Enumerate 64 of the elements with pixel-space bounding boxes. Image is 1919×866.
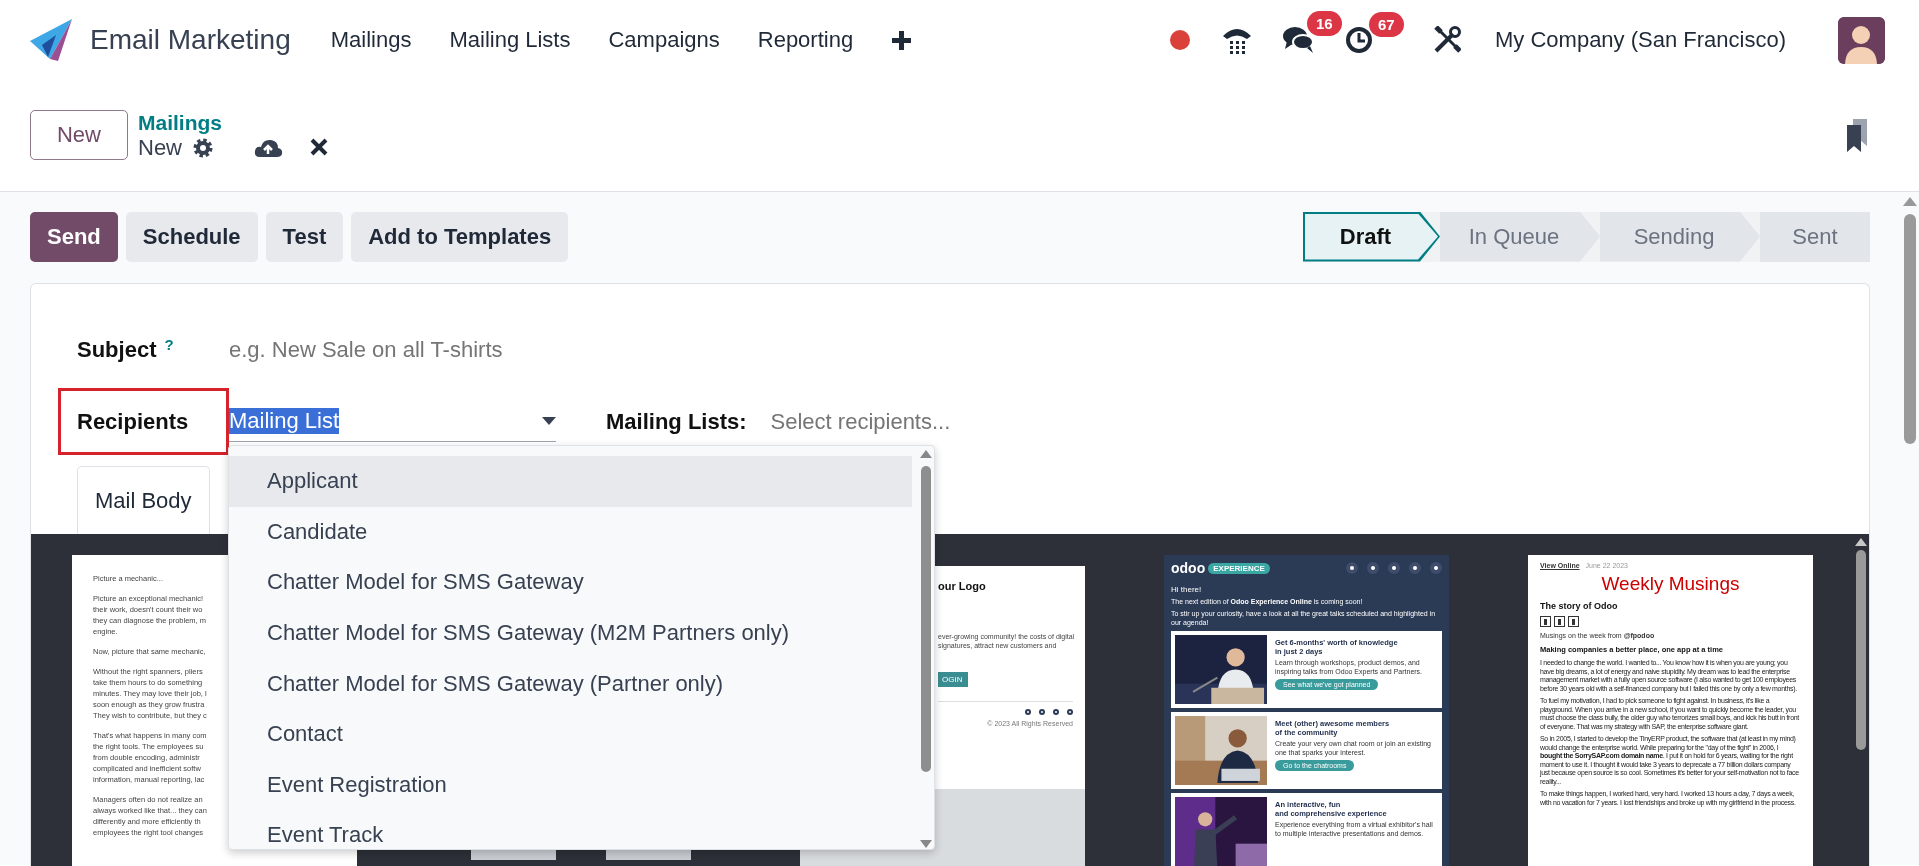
app-name: Email Marketing <box>90 24 291 56</box>
close-icon[interactable] <box>309 136 329 157</box>
action-button[interactable]: Send <box>30 211 118 262</box>
preview-button: OGIN <box>938 672 969 687</box>
mailing-lists-input[interactable]: Select recipients... <box>770 408 1071 435</box>
clock-icon[interactable] <box>1345 26 1373 54</box>
subject-input[interactable]: e.g. New Sale on all T-shirts <box>229 337 729 363</box>
action-button[interactable]: Add to Templates <box>351 211 569 262</box>
preview-subtitle: The story of Odoo <box>1540 601 1619 611</box>
stage-step[interactable]: In Queue <box>1440 211 1600 262</box>
social-icon[interactable] <box>1053 709 1059 715</box>
bookmark-icon[interactable] <box>1845 117 1869 154</box>
menu-item[interactable]: Reporting <box>757 27 854 53</box>
count-badge: 16 <box>1307 11 1342 36</box>
field-label: Recipients <box>77 408 189 435</box>
dropdown-caret-icon[interactable] <box>542 417 556 425</box>
social-icon[interactable] <box>1409 562 1421 574</box>
tools-icon[interactable] <box>1433 26 1461 54</box>
scrollbar[interactable] <box>1855 538 1867 750</box>
stage-step[interactable]: Draft <box>1303 211 1440 262</box>
preview-badge: EXPERIENCE <box>1208 562 1270 574</box>
action-button[interactable]: Test <box>265 211 344 262</box>
social-icon[interactable] <box>1554 616 1565 627</box>
preview-title: Weekly Musings <box>1600 573 1741 595</box>
preview-logo: odoo <box>1171 560 1206 576</box>
menu-item[interactable]: Mailing Lists <box>449 27 571 53</box>
social-icon[interactable] <box>1025 709 1031 715</box>
count-badge: 67 <box>1369 12 1404 37</box>
social-icon[interactable] <box>1367 562 1379 574</box>
menu-item[interactable]: Mailings <box>330 27 412 53</box>
breadcrumb-link[interactable]: Mailings <box>138 110 329 135</box>
user-avatar[interactable] <box>1838 16 1885 64</box>
status-dot-icon[interactable] <box>1169 29 1191 51</box>
stage-step[interactable]: Sending <box>1600 211 1760 262</box>
template-preview[interactable] <box>1164 555 1449 866</box>
new-button[interactable]: New <box>30 109 128 160</box>
dropdown-option[interactable]: Event Track <box>229 810 912 849</box>
action-button[interactable]: Schedule <box>125 211 258 262</box>
help-tooltip[interactable]: ? <box>164 335 174 353</box>
social-icon[interactable] <box>1388 562 1400 574</box>
settings-icon[interactable] <box>192 136 214 159</box>
dropdown-option[interactable]: Applicant <box>229 456 912 507</box>
social-icon[interactable] <box>1430 562 1442 574</box>
stage-step[interactable]: Sent <box>1760 211 1870 262</box>
social-icon[interactable] <box>1067 709 1073 715</box>
tab[interactable]: Mail Body <box>77 466 210 534</box>
dropdown-option[interactable]: Candidate <box>229 506 912 558</box>
scrollbar[interactable] <box>920 448 932 849</box>
social-icon[interactable] <box>1346 562 1358 574</box>
preview-text: Hi there! <box>1171 585 1203 594</box>
record-name: New <box>138 134 182 161</box>
scrollbar[interactable] <box>1903 197 1917 447</box>
field-label: Mailing Lists: <box>606 408 747 435</box>
field-label: Subject <box>77 337 157 363</box>
social-icon[interactable] <box>1568 616 1579 627</box>
social-icon[interactable] <box>1540 616 1551 627</box>
app-logo-icon[interactable] <box>30 19 72 61</box>
menu-item[interactable]: Campaigns <box>608 27 720 53</box>
plus-icon[interactable] <box>891 29 913 51</box>
company-switcher[interactable]: My Company (San Francisco) <box>1495 27 1786 53</box>
preview-title: our Logo <box>938 580 987 592</box>
social-icon[interactable] <box>1039 709 1045 715</box>
recipients-select[interactable]: Mailing List <box>229 401 556 442</box>
chat-icon[interactable] <box>1283 25 1315 55</box>
